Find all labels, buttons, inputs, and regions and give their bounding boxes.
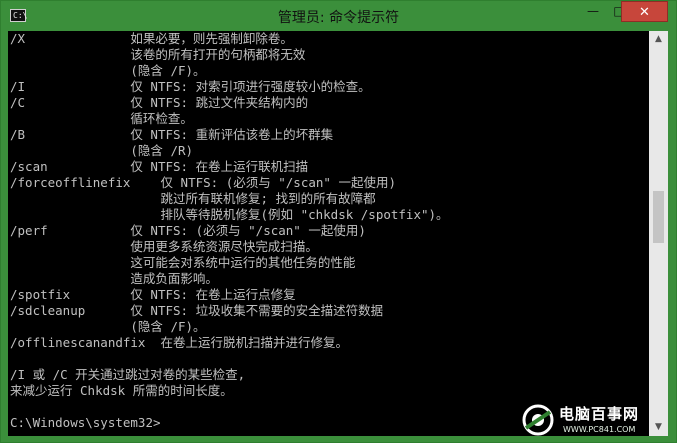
vertical-scrollbar[interactable]: ▲ ▼ (649, 31, 668, 436)
command-prompt-window: C:\ 管理员: 命令提示符 — □ ✕ /X 如果必要，则先强制卸除卷。 该卷… (0, 0, 677, 443)
command-prompt-line[interactable]: C:\Windows\system32> (10, 415, 161, 431)
console-line: (隐含 /F)。 (10, 319, 206, 334)
console-line: /X 如果必要，则先强制卸除卷。 (10, 31, 293, 46)
scrollbar-thumb[interactable] (653, 191, 664, 243)
scroll-up-arrow-icon[interactable]: ▲ (649, 31, 668, 48)
watermark-logo-icon (522, 404, 554, 436)
console-line: /perf 仅 NTFS: (必须与 "/scan" 一起使用) (10, 223, 366, 238)
console-line: 造成负面影响。 (10, 271, 218, 286)
console-line: /scan 仅 NTFS: 在卷上运行联机扫描 (10, 159, 309, 174)
console-line: 跳过所有联机修复; 找到的所有故障都 (10, 191, 376, 206)
console-line: 这可能会对系统中运行的其他任务的性能 (10, 255, 356, 270)
console-line: (隐含 /F)。 (10, 63, 206, 78)
site-watermark: 电脑百事网 WWW.PC841.COM (521, 401, 671, 439)
console-line: /I 或 /C 开关通过跳过对卷的某些检查, (10, 367, 246, 382)
watermark-brand: 电脑百事网 (559, 405, 640, 423)
console-line: /C 仅 NTFS: 跳过文件夹结构内的 (10, 95, 309, 110)
watermark-url: WWW.PC841.COM (563, 425, 636, 434)
console-line: /forceofflinefix 仅 NTFS: (必须与 "/scan" 一起… (10, 175, 396, 190)
close-button[interactable]: ✕ (621, 1, 668, 22)
window-title: 管理员: 命令提示符 (277, 10, 400, 26)
console-line: /I 仅 NTFS: 对索引项进行强度较小的检查。 (10, 79, 371, 94)
console-line: /B 仅 NTFS: 重新评估该卷上的坏群集 (10, 127, 334, 142)
console-line: /spotfix 仅 NTFS: 在卷上运行点修复 (10, 287, 296, 302)
console-line: /sdcleanup 仅 NTFS: 垃圾收集不需要的安全描述符数据 (10, 303, 384, 318)
minimize-button[interactable]: — (580, 1, 606, 22)
console-line: 来减少运行 Chkdsk 所需的时间长度。 (10, 383, 233, 398)
console-line: 排队等待脱机修复(例如 "chkdsk /spotfix")。 (10, 207, 449, 222)
console-line: (隐含 /R) (10, 143, 194, 158)
console-output[interactable]: /X 如果必要，则先强制卸除卷。 该卷的所有打开的句柄都将无效 (隐含 /F)。… (8, 31, 649, 436)
console-line: 该卷的所有打开的句柄都将无效 (10, 47, 306, 62)
console-line: /offlinescanandfix 在卷上运行脱机扫描并进行修复。 (10, 335, 349, 350)
console-line: 循环检查。 (10, 111, 193, 126)
console-line: 使用更多系统资源尽快完成扫描。 (10, 239, 318, 254)
title-bar[interactable]: C:\ 管理员: 命令提示符 — □ ✕ (1, 1, 676, 31)
